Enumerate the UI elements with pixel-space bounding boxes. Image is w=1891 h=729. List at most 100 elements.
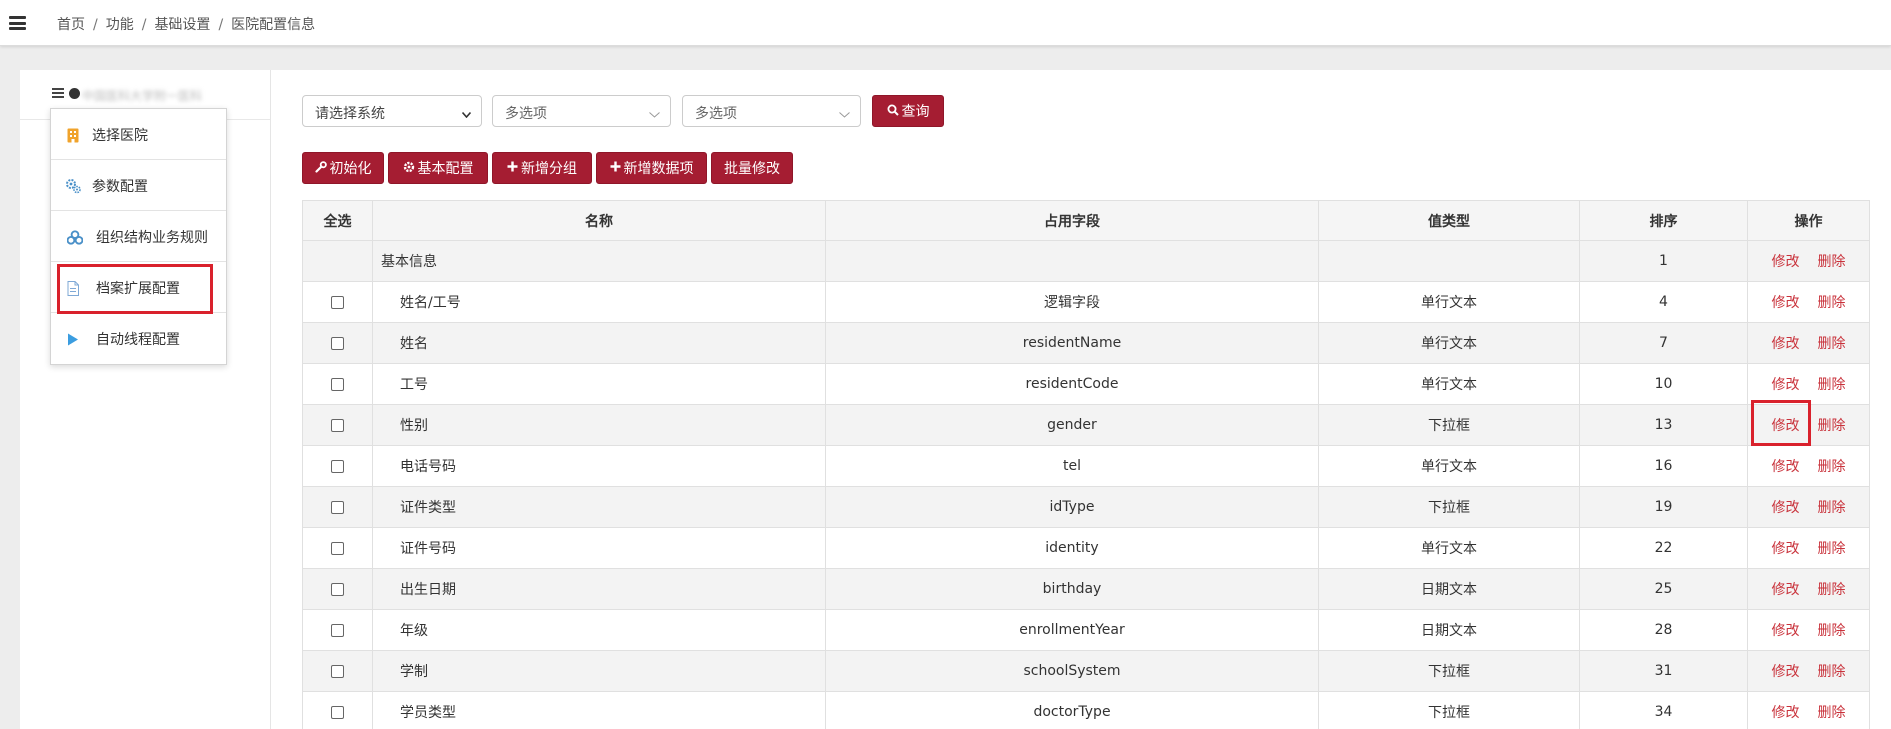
checkbox-cell	[302, 281, 373, 323]
delete-link[interactable]: 删除	[1818, 295, 1846, 311]
name-cell: 证件类型	[372, 486, 826, 528]
edit-link[interactable]: 修改	[1772, 418, 1800, 434]
delete-link[interactable]: 删除	[1818, 500, 1846, 516]
main-panel: 请选择系统 多选项 多选项 查询 初始化 基本配置 新增分组 新增数据项 批量修…	[270, 70, 1891, 729]
checkbox-cell	[302, 322, 373, 364]
edit-link[interactable]: 修改	[1772, 541, 1800, 557]
row-checkbox[interactable]	[331, 664, 344, 678]
row-checkbox[interactable]	[331, 418, 344, 432]
field-cell: residentCode	[825, 363, 1319, 405]
table-row: 性别 gender 下拉框 13 修改 删除	[302, 404, 1870, 446]
table-row: 证件类型 idType 下拉框 19 修改 删除	[302, 486, 1870, 528]
delete-link[interactable]: 删除	[1818, 418, 1846, 434]
top-bar: 首页 / 功能 / 基础设置 / 医院配置信息	[0, 0, 1891, 46]
menu-item-archive-ext-config[interactable]: 档案扩展配置	[51, 262, 226, 313]
basic-config-button[interactable]: 基本配置	[388, 152, 488, 184]
multi-select-1[interactable]: 多选项	[492, 95, 671, 127]
delete-link[interactable]: 删除	[1818, 623, 1846, 639]
type-cell: 下拉框	[1318, 691, 1580, 729]
menu-item-label: 自动线程配置	[96, 332, 180, 348]
order-cell: 22	[1579, 527, 1748, 569]
order-cell: 25	[1579, 568, 1748, 610]
row-checkbox[interactable]	[331, 623, 344, 637]
init-button[interactable]: 初始化	[302, 152, 384, 184]
multi-select-2-value: 多选项	[695, 106, 737, 122]
row-checkbox[interactable]	[331, 582, 344, 596]
actions-cell: 修改 删除	[1747, 650, 1870, 692]
name-cell: 年级	[372, 609, 826, 651]
name-cell: 工号	[372, 363, 826, 405]
menu-item-select-hospital[interactable]: 选择医院	[51, 109, 226, 160]
add-item-button[interactable]: 新增数据项	[596, 152, 707, 184]
chevron-down-icon	[649, 106, 660, 122]
row-checkbox[interactable]	[331, 377, 344, 391]
row-checkbox[interactable]	[331, 541, 344, 555]
delete-link[interactable]: 删除	[1818, 541, 1846, 557]
breadcrumb-home[interactable]: 首页	[57, 17, 85, 33]
menu-item-org-rules[interactable]: 组织结构业务规则	[51, 211, 226, 262]
order-cell: 31	[1579, 650, 1748, 692]
chevron-down-icon	[839, 106, 850, 122]
row-checkbox[interactable]	[331, 500, 344, 514]
edit-link[interactable]: 修改	[1772, 623, 1800, 639]
edit-link[interactable]: 修改	[1772, 459, 1800, 475]
delete-link[interactable]: 删除	[1818, 582, 1846, 598]
actions-cell: 修改 删除	[1747, 609, 1870, 651]
delete-link[interactable]: 删除	[1818, 705, 1846, 721]
actions-cell: 修改 删除	[1747, 240, 1870, 282]
delete-link[interactable]: 删除	[1818, 459, 1846, 475]
name-cell: 姓名/工号	[372, 281, 826, 323]
menu-toggle-icon[interactable]	[9, 16, 26, 30]
actions-cell: 修改 删除	[1747, 281, 1870, 323]
edit-link[interactable]: 修改	[1772, 254, 1800, 270]
order-cell: 7	[1579, 322, 1748, 364]
breadcrumb-function[interactable]: 功能	[106, 17, 134, 33]
add-item-label: 新增数据项	[623, 161, 694, 177]
delete-link[interactable]: 删除	[1818, 336, 1846, 352]
edit-link[interactable]: 修改	[1772, 295, 1800, 311]
table-row: 证件号码 identity 单行文本 22 修改 删除	[302, 527, 1870, 569]
menu-item-label: 选择医院	[92, 128, 148, 144]
field-header: 占用字段	[825, 200, 1319, 241]
table-header-row: 全选 名称 占用字段 值类型 排序 操作	[302, 200, 1870, 241]
checkbox-cell	[302, 486, 373, 528]
field-cell: birthday	[825, 568, 1319, 610]
name-header: 名称	[372, 200, 826, 241]
edit-link[interactable]: 修改	[1772, 582, 1800, 598]
breadcrumb-basic-settings[interactable]: 基础设置	[154, 17, 210, 33]
edit-link[interactable]: 修改	[1772, 705, 1800, 721]
edit-link[interactable]: 修改	[1772, 500, 1800, 516]
checkbox-cell	[302, 609, 373, 651]
name-cell: 学员类型	[372, 691, 826, 729]
actions-cell: 修改 删除	[1747, 322, 1870, 364]
type-cell: 下拉框	[1318, 650, 1580, 692]
edit-link[interactable]: 修改	[1772, 336, 1800, 352]
delete-link[interactable]: 删除	[1818, 377, 1846, 393]
row-checkbox[interactable]	[331, 295, 344, 309]
name-cell: 基本信息	[372, 240, 826, 282]
query-button[interactable]: 查询	[872, 95, 944, 127]
table-row: 学制 schoolSystem 下拉框 31 修改 删除	[302, 650, 1870, 692]
table-body: 基本信息 1 修改 删除 姓名/工号 逻辑字段 单行文本 4 修改 删除 姓名 residentNam…	[302, 240, 1870, 729]
delete-link[interactable]: 删除	[1818, 254, 1846, 270]
row-checkbox[interactable]	[331, 459, 344, 473]
field-cell: residentName	[825, 322, 1319, 364]
row-checkbox[interactable]	[331, 336, 344, 350]
system-select[interactable]: 请选择系统	[302, 95, 482, 127]
name-cell: 电话号码	[372, 445, 826, 487]
checkbox-cell	[302, 527, 373, 569]
breadcrumb-current: 医院配置信息	[231, 17, 316, 33]
delete-link[interactable]: 删除	[1818, 664, 1846, 680]
basic-config-label: 基本配置	[417, 161, 474, 177]
select-all-header[interactable]: 全选	[302, 200, 373, 241]
add-group-button[interactable]: 新增分组	[492, 152, 592, 184]
menu-item-param-config[interactable]: 参数配置	[51, 160, 226, 211]
edit-link[interactable]: 修改	[1772, 377, 1800, 393]
menu-item-auto-thread-config[interactable]: 自动线程配置	[51, 313, 226, 364]
row-checkbox[interactable]	[331, 705, 344, 719]
gears-icon	[65, 178, 81, 194]
batch-edit-button[interactable]: 批量修改	[711, 152, 793, 184]
plus-icon	[610, 161, 621, 175]
edit-link[interactable]: 修改	[1772, 664, 1800, 680]
multi-select-2[interactable]: 多选项	[682, 95, 861, 127]
